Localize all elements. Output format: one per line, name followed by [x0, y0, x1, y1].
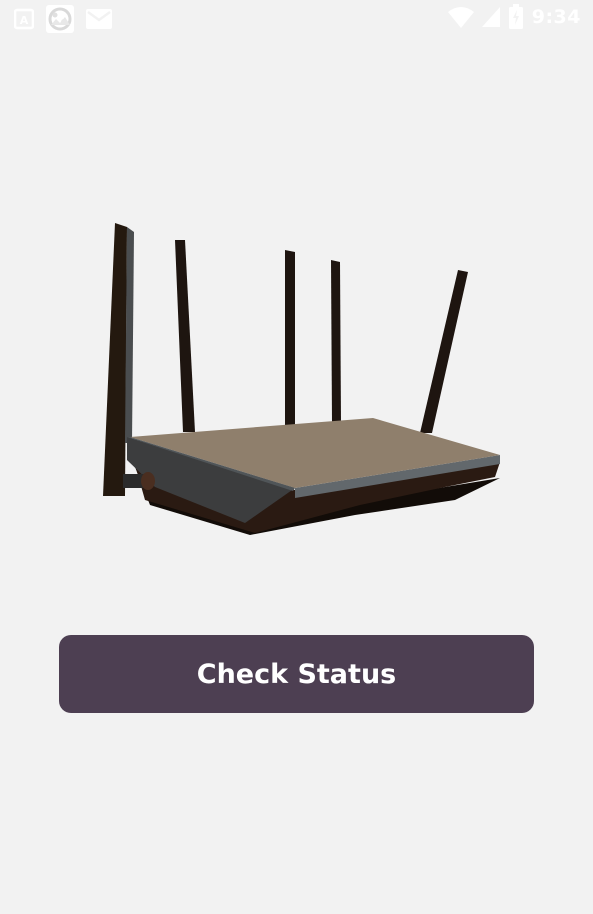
notification-icons: A: [14, 5, 112, 33]
check-status-button[interactable]: Check Status: [59, 635, 534, 713]
signal-icon: [481, 7, 500, 27]
screen: A 9:34 Check Status: [0, 0, 593, 914]
system-icons: 9:34: [447, 4, 581, 30]
svg-text:A: A: [20, 14, 29, 27]
wifi-icon: [447, 7, 474, 28]
app-a-icon: A: [14, 8, 34, 30]
clock: 9:34: [531, 6, 581, 28]
battery-icon: [508, 4, 523, 29]
photo-thumbnail-icon: [46, 5, 74, 33]
status-bar: A 9:34: [0, 0, 593, 36]
mail-icon: [86, 9, 112, 29]
router-icon: [103, 223, 500, 535]
